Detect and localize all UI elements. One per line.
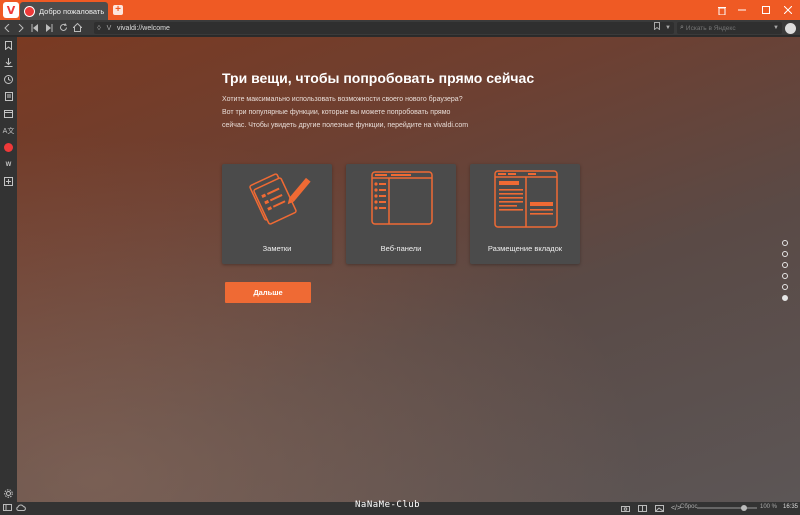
tab-title: Добро пожаловать (39, 6, 105, 16)
next-button[interactable]: Дальше (225, 282, 311, 303)
zoom-slider[interactable] (697, 505, 757, 511)
fast-forward-icon[interactable] (42, 20, 56, 36)
minimize-icon[interactable] (730, 0, 754, 20)
image-toggle-icon[interactable] (652, 505, 666, 514)
reload-icon[interactable] (56, 20, 70, 36)
shield-icon[interactable]: ◊ (94, 25, 104, 32)
close-icon[interactable] (776, 0, 800, 20)
add-web-panel-icon[interactable] (0, 173, 17, 190)
vivaldi-menu-icon[interactable]: V (3, 2, 19, 18)
url-field[interactable]: ◊ V vivaldi://welcome ▼ (94, 22, 674, 34)
translate-panel-icon[interactable]: A文 (0, 122, 17, 139)
web-panels-icon (371, 171, 433, 225)
tab-welcome[interactable]: Добро пожаловать (20, 2, 108, 20)
vivaldi-favicon-icon (24, 5, 35, 17)
pagination-dots (782, 240, 790, 306)
maximize-icon[interactable] (754, 0, 778, 20)
zoom-reset-button[interactable]: Сброс (680, 504, 697, 510)
notes-panel-icon[interactable] (0, 88, 17, 105)
toggle-panel-icon[interactable] (0, 504, 14, 513)
page-description: Хотите максимально использовать возможно… (222, 96, 469, 129)
profile-avatar-icon[interactable] (785, 23, 796, 34)
wikipedia-web-panel-icon[interactable]: W (0, 156, 17, 173)
capture-icon[interactable] (618, 505, 632, 514)
card-label: Размещение вкладок (487, 244, 563, 253)
history-panel-icon[interactable] (0, 71, 17, 88)
url-text[interactable]: vivaldi://welcome (117, 25, 170, 32)
forward-icon[interactable] (14, 20, 28, 36)
vivaldi-page-icon: V (106, 24, 112, 32)
sync-cloud-icon[interactable] (14, 504, 28, 513)
vivaldi-web-panel-icon[interactable] (0, 139, 17, 156)
bookmark-icon[interactable] (654, 22, 660, 32)
settings-gear-icon[interactable] (0, 485, 17, 502)
welcome-page: Три вещи, чтобы попробовать прямо сейчас… (17, 37, 800, 502)
search-field[interactable]: ⌕ ▼ (677, 22, 782, 34)
tab-tiling-icon (494, 170, 558, 228)
new-tab-button[interactable]: + (113, 5, 123, 15)
pagination-dot-active[interactable] (782, 295, 788, 301)
home-icon[interactable] (70, 20, 84, 36)
window-panel-icon[interactable] (0, 105, 17, 122)
notes-icon (249, 173, 311, 225)
page-title: Три вещи, чтобы попробовать прямо сейчас (222, 70, 535, 86)
search-input[interactable] (685, 24, 766, 32)
back-icon[interactable] (0, 20, 14, 36)
pagination-dot[interactable] (782, 251, 788, 257)
side-panel: A文 W (0, 37, 17, 502)
downloads-panel-icon[interactable] (0, 54, 17, 71)
watermark-text: NaNaMe-Club (355, 500, 421, 510)
clock[interactable]: 16:35 (783, 504, 798, 510)
card-label: Веб-панели (380, 244, 422, 253)
card-label: Заметки (262, 244, 292, 253)
feature-card-tab-tiling[interactable]: Размещение вкладок (470, 164, 580, 264)
feature-card-web-panels[interactable]: Веб-панели (346, 164, 456, 264)
search-engine-dropdown-icon[interactable]: ▼ (773, 25, 779, 31)
pagination-dot[interactable] (782, 240, 788, 246)
zoom-level: 100 % (760, 504, 778, 510)
browser-window: V Добро пожаловать + ◊ V vivaldi://welco… (0, 0, 800, 515)
chevron-down-icon[interactable]: ▼ (665, 22, 671, 34)
tab-bar: V Добро пожаловать + (0, 0, 800, 20)
address-bar: ◊ V vivaldi://welcome ▼ ⌕ ▼ (0, 20, 800, 36)
pagination-dot[interactable] (782, 273, 788, 279)
pagination-dot[interactable] (782, 262, 788, 268)
feature-card-notes[interactable]: Заметки (222, 164, 332, 264)
search-icon: ⌕ (680, 24, 684, 31)
rewind-icon[interactable] (28, 20, 42, 36)
pagination-dot[interactable] (782, 284, 788, 290)
bookmarks-panel-icon[interactable] (0, 37, 17, 54)
zoom-slider-knob[interactable] (741, 505, 747, 511)
tile-tabs-icon[interactable] (635, 505, 649, 514)
